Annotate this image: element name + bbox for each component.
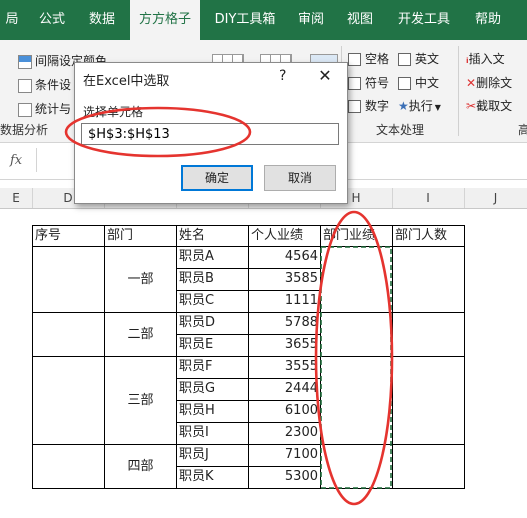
- selection-marquee: [320, 246, 392, 489]
- select-range-dialog: 在Excel中选取 ? ✕ 选择单元格 确定 取消: [74, 62, 348, 204]
- cancel-button[interactable]: 取消: [264, 165, 336, 191]
- annotation-ellipse-column: [314, 210, 394, 506]
- range-input[interactable]: [81, 123, 339, 145]
- help-button[interactable]: ?: [279, 68, 286, 84]
- ok-button[interactable]: 确定: [181, 165, 253, 191]
- close-button[interactable]: ✕: [315, 66, 335, 85]
- cell-select-label: 选择单元格: [83, 105, 144, 119]
- dialog-title: 在Excel中选取: [83, 74, 170, 89]
